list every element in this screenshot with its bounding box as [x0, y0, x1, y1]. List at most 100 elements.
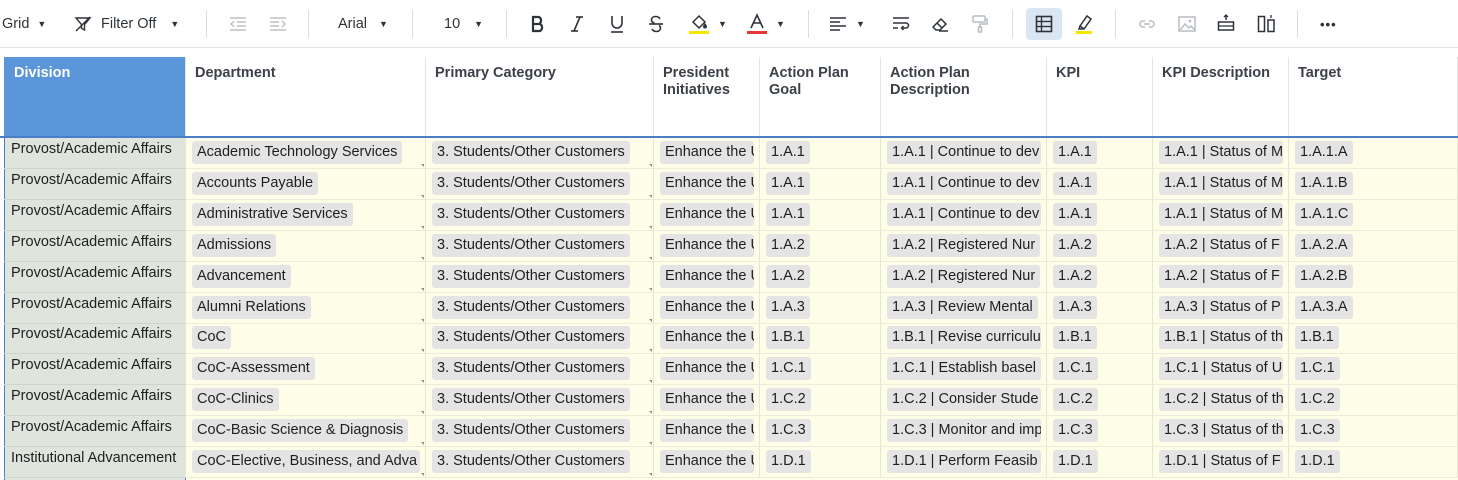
cell-target[interactable]: 1.B.1	[1289, 323, 1458, 355]
strikethrough-button[interactable]	[647, 8, 665, 40]
cell-initiative[interactable]: Enhance the U	[654, 261, 760, 293]
cell-category[interactable]: 3. Students/Other Customers	[426, 416, 654, 448]
cell-kpi-desc[interactable]: 1.B.1 | Status of th	[1153, 323, 1289, 355]
cell-category[interactable]: 3. Students/Other Customers	[426, 354, 654, 386]
cell-division[interactable]: Provost/Academic Affairs	[4, 354, 186, 386]
cell-kpi-desc[interactable]: 1.C.3 | Status of th	[1153, 416, 1289, 448]
cell-target[interactable]: 1.A.2.B	[1289, 261, 1458, 293]
cell-goal[interactable]: 1.A.2	[760, 230, 881, 262]
cell-desc[interactable]: 1.A.2 | Registered Nur	[881, 230, 1047, 262]
cell-kpi-desc[interactable]: 1.A.1 | Status of M	[1153, 138, 1289, 169]
more-options-button[interactable]: •••	[1320, 8, 1337, 40]
cell-kpi[interactable]: 1.A.1	[1047, 138, 1153, 169]
cell-category[interactable]: 3. Students/Other Customers	[426, 138, 654, 169]
cell-division[interactable]: Institutional Advancement	[4, 447, 186, 478]
column-header-target[interactable]: Target	[1289, 57, 1458, 136]
cell-goal[interactable]: 1.A.1	[760, 168, 881, 200]
filter-dropdown[interactable]: Filter Off ▼	[74, 8, 179, 40]
cell-category[interactable]: 3. Students/Other Customers	[426, 199, 654, 231]
cell-kpi-desc[interactable]: 1.C.2 | Status of th	[1153, 385, 1289, 417]
wrap-text-button[interactable]	[891, 8, 911, 40]
cell-target[interactable]: 1.A.1.B	[1289, 168, 1458, 200]
cell-target[interactable]: 1.C.3	[1289, 416, 1458, 448]
cell-initiative[interactable]: Enhance the U	[654, 447, 760, 478]
cell-desc[interactable]: 1.A.2 | Registered Nur	[881, 261, 1047, 293]
cell-category[interactable]: 3. Students/Other Customers	[426, 323, 654, 355]
cell-initiative[interactable]: Enhance the U	[654, 168, 760, 200]
fill-color-button[interactable]: ▼	[688, 8, 727, 40]
grid-lines-button[interactable]	[1026, 8, 1062, 40]
cell-division[interactable]: Provost/Academic Affairs	[4, 323, 186, 355]
column-header-primary-category[interactable]: Primary Category	[426, 57, 654, 136]
cell-goal[interactable]: 1.A.2	[760, 261, 881, 293]
indent-button[interactable]	[268, 8, 288, 40]
cell-kpi[interactable]: 1.A.1	[1047, 199, 1153, 231]
cell-kpi[interactable]: 1.C.2	[1047, 385, 1153, 417]
column-width-button[interactable]	[1256, 8, 1276, 40]
cell-desc[interactable]: 1.C.1 | Establish basel	[881, 354, 1047, 386]
insert-image-button[interactable]	[1177, 8, 1197, 40]
cell-kpi[interactable]: 1.A.2	[1047, 261, 1153, 293]
bold-button[interactable]	[529, 8, 547, 40]
cell-target[interactable]: 1.D.1	[1289, 447, 1458, 478]
cell-kpi-desc[interactable]: 1.D.1 | Status of F	[1153, 447, 1289, 478]
cell-kpi-desc[interactable]: 1.A.3 | Status of P	[1153, 292, 1289, 324]
cell-department[interactable]: Alumni Relations	[186, 292, 426, 324]
italic-button[interactable]	[568, 8, 586, 40]
column-header-president-initiatives[interactable]: President Initiatives	[654, 57, 760, 136]
cell-goal[interactable]: 1.B.1	[760, 323, 881, 355]
cell-category[interactable]: 3. Students/Other Customers	[426, 261, 654, 293]
cell-goal[interactable]: 1.C.3	[760, 416, 881, 448]
cell-department[interactable]: Administrative Services	[186, 199, 426, 231]
outdent-button[interactable]	[228, 8, 248, 40]
cell-target[interactable]: 1.A.2.A	[1289, 230, 1458, 262]
cell-initiative[interactable]: Enhance the U	[654, 138, 760, 169]
cell-kpi[interactable]: 1.A.2	[1047, 230, 1153, 262]
cell-target[interactable]: 1.C.1	[1289, 354, 1458, 386]
cell-target[interactable]: 1.A.1.A	[1289, 138, 1458, 169]
cell-department[interactable]: Advancement	[186, 261, 426, 293]
cell-category[interactable]: 3. Students/Other Customers	[426, 385, 654, 417]
cell-goal[interactable]: 1.C.1	[760, 354, 881, 386]
cell-goal[interactable]: 1.A.1	[760, 199, 881, 231]
cell-department[interactable]: Accounts Payable	[186, 168, 426, 200]
underline-button[interactable]	[608, 8, 626, 40]
cell-target[interactable]: 1.A.1.C	[1289, 199, 1458, 231]
cell-division[interactable]: Provost/Academic Affairs	[4, 138, 186, 169]
cell-kpi[interactable]: 1.A.3	[1047, 292, 1153, 324]
cell-kpi-desc[interactable]: 1.A.1 | Status of M	[1153, 168, 1289, 200]
cell-goal[interactable]: 1.C.2	[760, 385, 881, 417]
cell-kpi-desc[interactable]: 1.A.2 | Status of F	[1153, 261, 1289, 293]
cell-desc[interactable]: 1.A.1 | Continue to dev	[881, 168, 1047, 200]
column-header-action-plan-goal[interactable]: Action Plan Goal	[760, 57, 881, 136]
highlight-changes-button[interactable]	[1074, 8, 1094, 40]
cell-initiative[interactable]: Enhance the U	[654, 416, 760, 448]
cell-category[interactable]: 3. Students/Other Customers	[426, 447, 654, 478]
text-color-button[interactable]: ▼	[746, 8, 785, 40]
cell-department[interactable]: CoC-Assessment	[186, 354, 426, 386]
row-height-button[interactable]	[1216, 8, 1236, 40]
cell-department[interactable]: CoC-Clinics	[186, 385, 426, 417]
cell-desc[interactable]: 1.A.3 | Review Mental	[881, 292, 1047, 324]
cell-department[interactable]: Academic Technology Services	[186, 138, 426, 169]
cell-kpi[interactable]: 1.A.1	[1047, 168, 1153, 200]
column-header-department[interactable]: Department	[186, 57, 426, 136]
cell-division[interactable]: Provost/Academic Affairs	[4, 385, 186, 417]
cell-division[interactable]: Provost/Academic Affairs	[4, 261, 186, 293]
cell-initiative[interactable]: Enhance the U	[654, 292, 760, 324]
column-header-action-plan-description[interactable]: Action Plan Description	[881, 57, 1047, 136]
cell-category[interactable]: 3. Students/Other Customers	[426, 168, 654, 200]
cell-kpi[interactable]: 1.C.1	[1047, 354, 1153, 386]
clear-formatting-button[interactable]	[930, 8, 950, 40]
cell-desc[interactable]: 1.C.3 | Monitor and imp	[881, 416, 1047, 448]
cell-kpi-desc[interactable]: 1.A.2 | Status of F	[1153, 230, 1289, 262]
align-dropdown[interactable]: ▼	[828, 8, 865, 40]
hyperlink-button[interactable]	[1137, 8, 1157, 40]
cell-goal[interactable]: 1.D.1	[760, 447, 881, 478]
cell-initiative[interactable]: Enhance the U	[654, 323, 760, 355]
column-header-division[interactable]: Division	[4, 57, 186, 136]
cell-desc[interactable]: 1.B.1 | Revise curriculu	[881, 323, 1047, 355]
cell-goal[interactable]: 1.A.3	[760, 292, 881, 324]
view-dropdown[interactable]: Grid ▼	[2, 8, 46, 40]
cell-initiative[interactable]: Enhance the U	[654, 385, 760, 417]
